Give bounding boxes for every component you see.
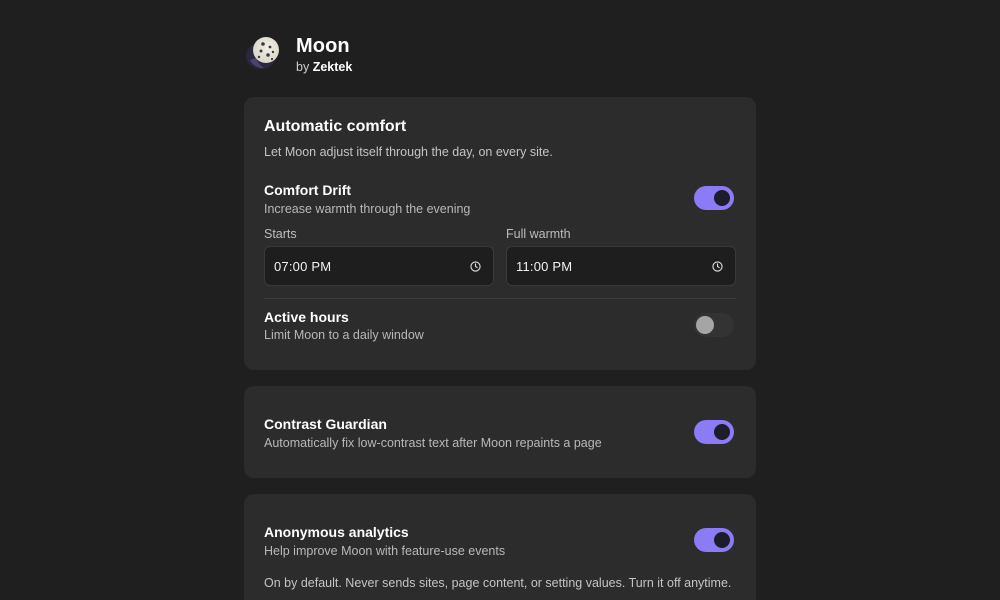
extension-title: Moon xyxy=(296,35,350,57)
byline-prefix: by xyxy=(296,60,310,74)
full-warmth-time-value: 11:00 PM xyxy=(516,259,573,274)
analytics-subtitle: Help improve Moon with feature-use event… xyxy=(264,544,506,558)
extension-header: Moon by Zektek xyxy=(244,34,756,74)
starts-label: Starts xyxy=(264,227,297,241)
active-hours-subtitle: Limit Moon to a daily window xyxy=(264,328,424,342)
starts-time-value: 07:00 PM xyxy=(274,259,332,274)
full-warmth-time-input[interactable]: 11:00 PM xyxy=(506,246,736,286)
contrast-guardian-subtitle: Automatically fix low-contrast text afte… xyxy=(264,436,602,450)
section-divider xyxy=(264,298,736,299)
automatic-comfort-description: Let Moon adjust itself through the day, … xyxy=(264,145,553,159)
comfort-drift-title: Comfort Drift xyxy=(264,182,352,198)
analytics-title: Anonymous analytics xyxy=(264,524,409,540)
extension-byline: by Zektek xyxy=(296,60,352,74)
contrast-guardian-title: Contrast Guardian xyxy=(264,416,387,432)
toggle-knob xyxy=(714,190,730,206)
contrast-guardian-card: Contrast Guardian Automatically fix low-… xyxy=(244,386,756,478)
clock-icon[interactable] xyxy=(470,261,481,272)
toggle-knob xyxy=(714,424,730,440)
comfort-drift-toggle[interactable] xyxy=(694,186,734,210)
active-hours-toggle[interactable] xyxy=(694,313,734,337)
moon-logo-icon xyxy=(246,37,279,69)
automatic-comfort-title: Automatic comfort xyxy=(264,118,407,135)
analytics-toggle[interactable] xyxy=(694,528,734,552)
clock-icon[interactable] xyxy=(712,261,723,272)
starts-time-input[interactable]: 07:00 PM xyxy=(264,246,494,286)
contrast-guardian-toggle[interactable] xyxy=(694,420,734,444)
analytics-card: Anonymous analytics Help improve Moon wi… xyxy=(244,494,756,600)
analytics-note: On by default. Never sends sites, page c… xyxy=(264,576,732,590)
full-warmth-label: Full warmth xyxy=(506,227,571,241)
author-name: Zektek xyxy=(312,60,353,74)
comfort-drift-subtitle: Increase warmth through the evening xyxy=(264,202,471,216)
automatic-comfort-card: Automatic comfort Let Moon adjust itself… xyxy=(244,97,756,370)
toggle-knob xyxy=(696,316,714,334)
active-hours-title: Active hours xyxy=(264,309,349,325)
toggle-knob xyxy=(714,532,730,548)
